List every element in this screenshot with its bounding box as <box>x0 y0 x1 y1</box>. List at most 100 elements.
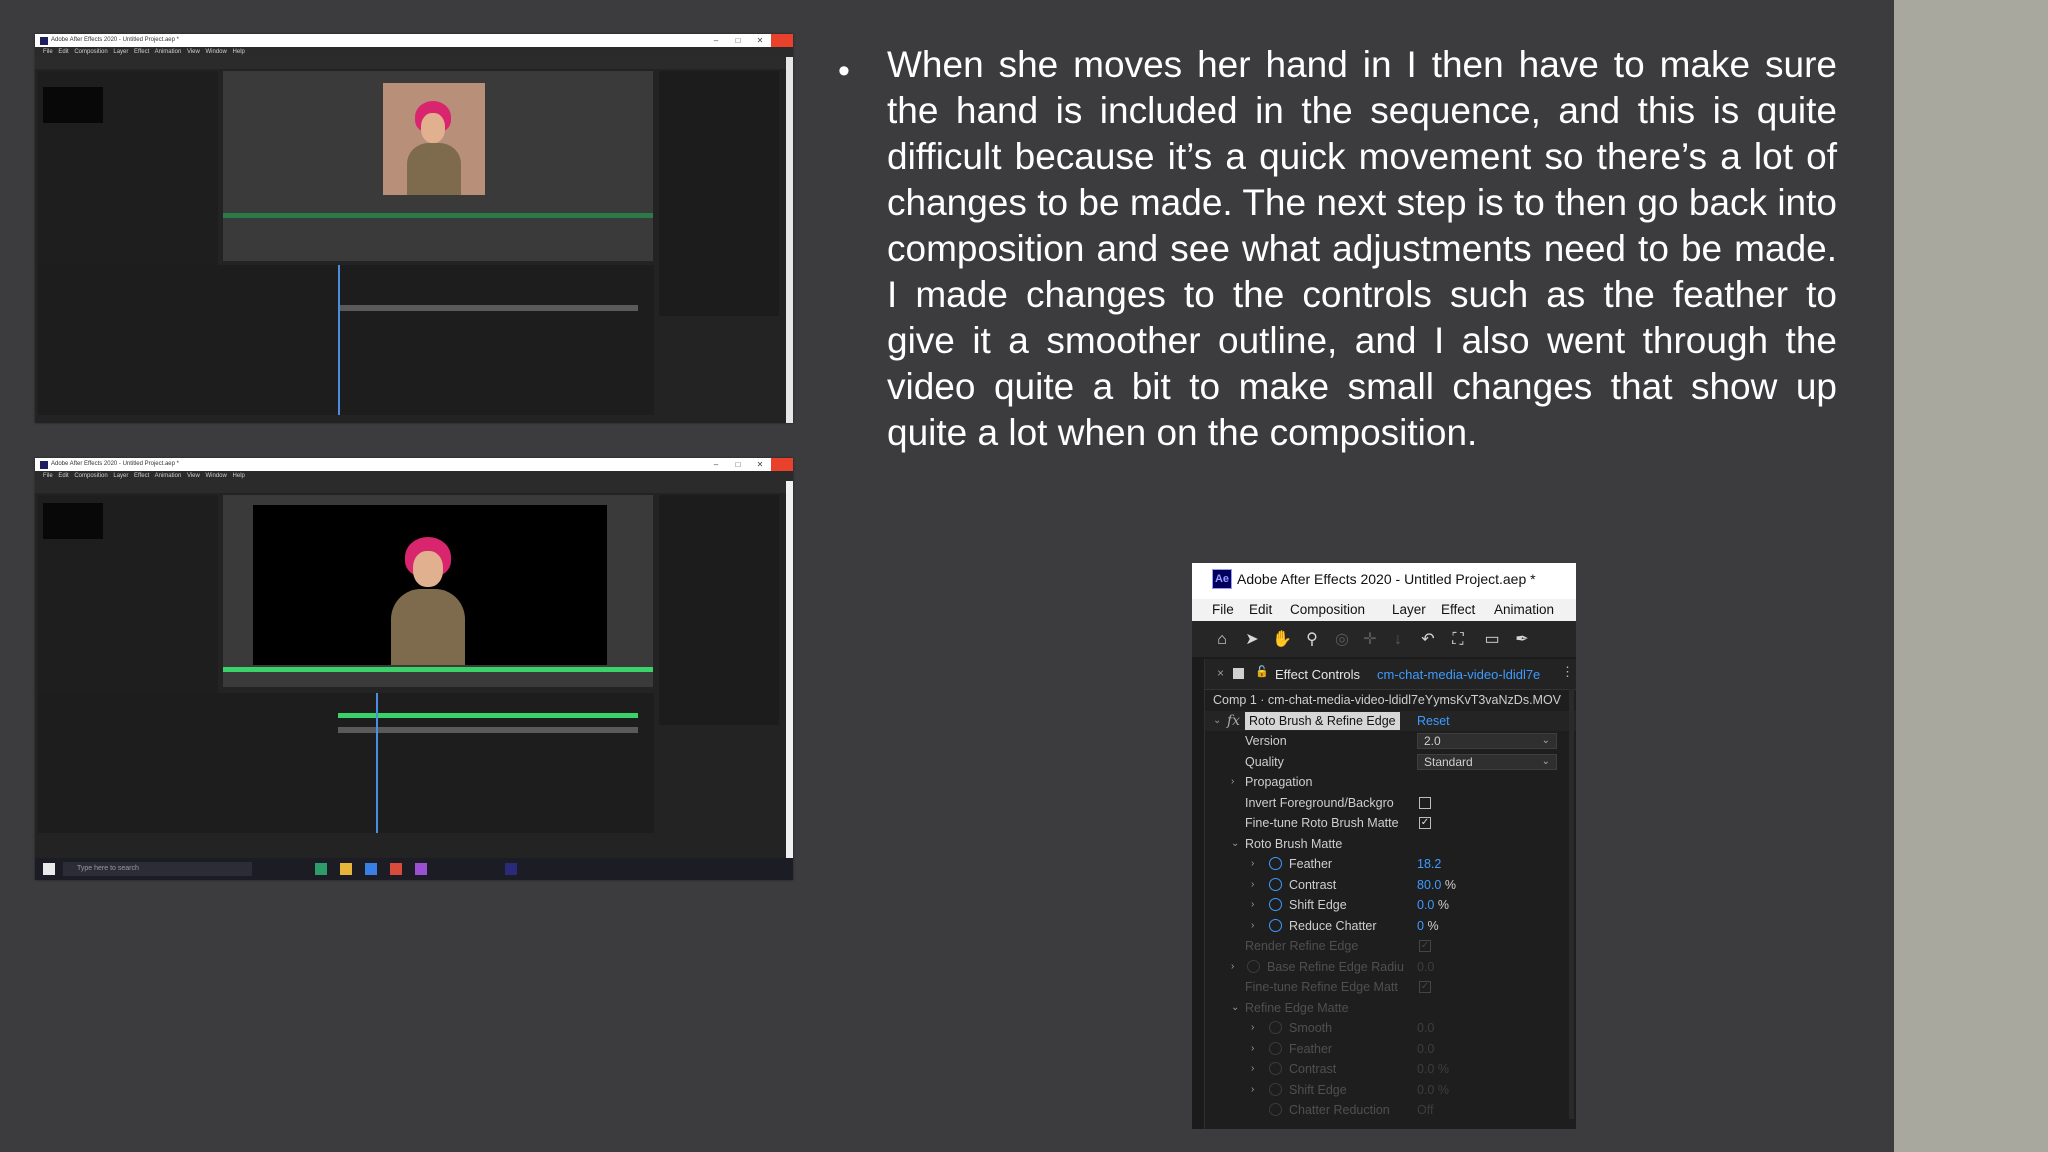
ae-taskbar-icon[interactable] <box>505 863 517 875</box>
dolly-tool-icon[interactable]: ↓ <box>1388 630 1408 650</box>
version-label: Version <box>1245 734 1287 748</box>
chevron-down-icon: ⌄ <box>1541 735 1550 746</box>
panel-options-icon[interactable]: ⋮ <box>1561 664 1574 680</box>
menu-effect[interactable]: Effect <box>1441 602 1475 617</box>
stopwatch-icon[interactable] <box>1269 898 1282 911</box>
render-refine-label: Render Refine Edge <box>1245 939 1359 953</box>
hand-tool-icon[interactable]: ✋ <box>1272 630 1292 650</box>
panel-scrollbar[interactable] <box>1569 689 1574 1119</box>
expand-arrow-icon[interactable]: › <box>1251 895 1254 915</box>
tools-bar[interactable] <box>35 57 786 69</box>
finetune-checkbox[interactable]: ✓ <box>1419 817 1431 829</box>
version-dropdown[interactable]: 2.0 ⌄ <box>1417 733 1557 749</box>
expand-arrow-icon[interactable]: › <box>1251 916 1254 936</box>
minimize-icon[interactable]: – <box>705 34 727 47</box>
finetune-refine-label: Fine-tune Refine Edge Matt <box>1245 980 1398 994</box>
stopwatch-icon[interactable] <box>1269 878 1282 891</box>
contrast2-row: › Contrast 0.0 % <box>1205 1059 1576 1079</box>
current-time-indicator[interactable] <box>338 265 340 415</box>
pan-tool-icon[interactable]: ✛ <box>1360 630 1380 650</box>
cache-bar <box>223 213 653 218</box>
fx-icon[interactable]: fx <box>1227 711 1240 731</box>
menu-layer[interactable]: Layer <box>1392 602 1426 617</box>
pen-tool-icon[interactable]: ✒ <box>1512 630 1532 650</box>
close-icon[interactable]: ✕ <box>749 34 771 47</box>
menu-animation[interactable]: Animation <box>1494 602 1554 617</box>
window-scrollbar[interactable] <box>786 57 793 423</box>
app-icon[interactable] <box>415 863 427 875</box>
minimize-icon[interactable]: – <box>705 458 727 471</box>
expand-arrow-icon[interactable]: › <box>1231 772 1234 792</box>
collapse-arrow-icon[interactable]: ⌄ <box>1213 711 1221 731</box>
right-panels <box>659 71 779 316</box>
collapse-arrow-icon[interactable]: ⌄ <box>1231 834 1239 854</box>
effect-header-row[interactable]: ⌄ fx Roto Brush & Refine Edge Reset <box>1205 711 1576 731</box>
ae-app-icon <box>40 37 48 45</box>
maximize-icon[interactable]: □ <box>727 458 749 471</box>
person-figure <box>373 535 483 665</box>
finetune-refine-checkbox[interactable]: ✓ <box>1419 981 1431 993</box>
maximize-icon[interactable]: □ <box>727 34 749 47</box>
edge-icon[interactable] <box>315 863 327 875</box>
contrast-value[interactable]: 80.0 % <box>1417 875 1456 895</box>
expand-arrow-icon: › <box>1251 1063 1255 1074</box>
layer-bar[interactable] <box>338 727 638 733</box>
invert-checkbox[interactable] <box>1419 797 1431 809</box>
window-title: Adobe After Effects 2020 - Untitled Proj… <box>51 461 179 467</box>
stopwatch-icon <box>1269 1062 1282 1075</box>
panel-menu-square-icon[interactable] <box>1233 668 1244 679</box>
stopwatch-icon[interactable] <box>1269 919 1282 932</box>
rotation-tool-icon[interactable]: ↶ <box>1418 630 1438 650</box>
close-tab-icon[interactable]: × <box>1217 666 1224 680</box>
close-icon[interactable]: ✕ <box>749 458 771 471</box>
expand-arrow-icon: › <box>1251 1043 1255 1054</box>
timeline-panel <box>38 693 654 833</box>
torso <box>407 143 461 195</box>
rectangle-tool-icon[interactable]: ▭ <box>1482 630 1502 650</box>
expand-arrow-icon: › <box>1251 1022 1255 1033</box>
lock-icon[interactable]: 🔓 <box>1255 665 1269 678</box>
stopwatch-icon <box>1247 960 1260 973</box>
menu-bar: File Edit Composition Layer Effect Anima… <box>1192 599 1576 621</box>
selection-tool-icon[interactable]: ➤ <box>1242 630 1262 650</box>
zoom-tool-icon[interactable]: ⚲ <box>1302 630 1322 650</box>
tab-layer-name[interactable]: cm-chat-media-video-ldidl7e <box>1377 667 1540 682</box>
chrome-icon[interactable] <box>390 863 402 875</box>
stopwatch-icon[interactable] <box>1269 857 1282 870</box>
render-refine-checkbox[interactable]: ✓ <box>1419 940 1431 952</box>
home-icon[interactable]: ⌂ <box>1212 630 1232 650</box>
menu-composition[interactable]: Composition <box>1290 602 1365 617</box>
menu-file[interactable]: File <box>1212 602 1234 617</box>
composition-viewer <box>223 495 653 687</box>
current-time-indicator[interactable] <box>376 693 378 833</box>
finetune-label: Fine-tune Roto Brush Matte <box>1245 816 1399 830</box>
quality-dropdown[interactable]: Standard ⌄ <box>1417 754 1557 770</box>
roto-matte-row[interactable]: ⌄ Roto Brush Matte <box>1205 834 1576 854</box>
reset-link[interactable]: Reset <box>1417 711 1450 731</box>
tools-bar[interactable] <box>35 481 786 493</box>
collapse-arrow-icon[interactable]: ⌄ <box>1231 998 1239 1018</box>
tab-effect-controls[interactable]: Effect Controls <box>1275 667 1360 682</box>
expand-arrow-icon[interactable]: › <box>1251 875 1254 895</box>
shift-edge-value[interactable]: 0.0 % <box>1417 895 1449 915</box>
timeline-panel <box>38 265 654 415</box>
reduce-chatter-value[interactable]: 0 % <box>1417 916 1439 936</box>
menu-bar[interactable]: File Edit Composition Layer Effect Anima… <box>35 471 793 481</box>
taskbar-search[interactable]: Type here to search <box>63 862 252 876</box>
expand-arrow-icon[interactable]: › <box>1251 854 1254 874</box>
layer-bar[interactable] <box>338 305 638 311</box>
feather-row: › Feather 18.2 <box>1205 854 1576 874</box>
propagation-row[interactable]: › Propagation <box>1205 772 1576 792</box>
anchor-tool-icon[interactable]: ⛶ <box>1448 630 1468 650</box>
menu-edit[interactable]: Edit <box>1249 602 1272 617</box>
store-icon[interactable] <box>365 863 377 875</box>
windows-start-icon[interactable] <box>43 863 55 875</box>
feather-value[interactable]: 18.2 <box>1417 854 1441 874</box>
expand-arrow-icon[interactable]: › <box>1231 957 1234 977</box>
refine-matte-row[interactable]: ⌄ Refine Edge Matte <box>1205 998 1576 1018</box>
propagation-label: Propagation <box>1245 775 1313 789</box>
menu-bar[interactable]: File Edit Composition Layer Effect Anima… <box>35 47 793 57</box>
orbit-tool-icon[interactable]: ◎ <box>1332 630 1352 650</box>
folder-icon[interactable] <box>340 863 352 875</box>
effect-name[interactable]: Roto Brush & Refine Edge <box>1245 712 1400 730</box>
